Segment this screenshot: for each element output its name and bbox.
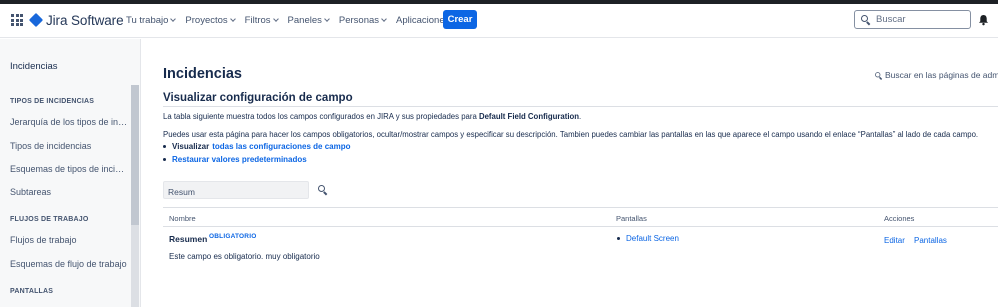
jira-diamond-icon bbox=[28, 12, 44, 28]
description: La tabla siguiente muestra todos los cam… bbox=[163, 112, 581, 121]
admin-search-link[interactable]: Buscar en las páginas de admin bbox=[874, 70, 998, 80]
restore-defaults-item: Restaurar valores predeterminados bbox=[163, 153, 350, 166]
sidebar-title: Incidencias bbox=[10, 61, 58, 72]
main-nav: Tu trabajo Proyectos Filtros Paneles Per… bbox=[121, 8, 461, 32]
view-prefix: Visualizar bbox=[172, 142, 210, 151]
screen-list-item: Default Screen bbox=[617, 234, 679, 243]
nav-dashboards[interactable]: Paneles bbox=[283, 8, 334, 32]
sidebar-item-workflow-schemes[interactable]: Esquemas de flujo de trabajo bbox=[10, 259, 128, 269]
description-prefix: La tabla siguiente muestra todos los cam… bbox=[163, 112, 479, 121]
bullet-dot bbox=[163, 158, 166, 161]
nav-filters[interactable]: Filtros bbox=[240, 8, 283, 32]
nav-people[interactable]: Personas bbox=[334, 8, 391, 32]
column-header-name: Nombre bbox=[169, 214, 196, 223]
table-header: Nombre Pantallas Acciones bbox=[163, 207, 998, 227]
search-input[interactable] bbox=[876, 14, 966, 25]
sidebar-item-issue-types[interactable]: Tipos de incidencias bbox=[10, 141, 128, 151]
required-badge: OBLIGATORIO bbox=[209, 233, 257, 240]
sidebar-section-screens: PANTALLAS bbox=[10, 288, 54, 295]
field-name: Resumen bbox=[169, 234, 208, 244]
top-navigation: Jira Software Tu trabajo Proyectos Filtr… bbox=[0, 4, 998, 38]
column-header-screens: Pantallas bbox=[616, 214, 647, 223]
admin-sidebar: Incidencias TIPOS DE INCIDENCIAS Jerarqu… bbox=[0, 39, 141, 307]
nav-label: Tu trabajo bbox=[126, 14, 169, 26]
field-description: Este campo es obligatorio. muy obligator… bbox=[169, 252, 320, 261]
page-title: Incidencias bbox=[163, 66, 242, 82]
chevron-down-icon bbox=[272, 16, 279, 22]
screen-link[interactable]: Default Screen bbox=[626, 234, 679, 243]
logo-text: Jira Software bbox=[46, 12, 124, 28]
bullet-dot bbox=[163, 145, 166, 148]
section-divider bbox=[163, 106, 998, 107]
description-suffix: . bbox=[579, 112, 582, 121]
sidebar-scrollbar[interactable] bbox=[131, 85, 139, 307]
create-button[interactable]: Crear bbox=[443, 10, 477, 29]
nav-your-work[interactable]: Tu trabajo bbox=[121, 8, 180, 32]
nav-label: Filtros bbox=[244, 14, 271, 26]
view-all-configs-item: Visualizar todas las configuraciones de … bbox=[163, 140, 350, 153]
nav-projects[interactable]: Proyectos bbox=[180, 8, 239, 32]
jira-logo[interactable]: Jira Software bbox=[28, 11, 124, 29]
field-configuration-name: Default Field Configuration bbox=[478, 112, 580, 121]
sidebar-item-issue-type-schemes[interactable]: Esquemas de tipos de incide... bbox=[10, 164, 128, 174]
action-links: Visualizar todas las configuraciones de … bbox=[163, 140, 350, 166]
chevron-down-icon bbox=[324, 16, 330, 22]
screens-link[interactable]: Pantallas bbox=[914, 236, 947, 245]
nav-label: Personas bbox=[338, 14, 380, 26]
section-title: Visualizar configuración de campo bbox=[163, 92, 353, 104]
notifications-bell-icon[interactable] bbox=[978, 14, 989, 26]
main-content: Incidencias Buscar en las páginas de adm… bbox=[141, 39, 998, 307]
field-filter[interactable] bbox=[163, 181, 309, 200]
search-icon bbox=[861, 15, 870, 24]
view-all-configs-link[interactable]: todas las configuraciones de campo bbox=[212, 142, 350, 151]
nav-label: Proyectos bbox=[185, 14, 228, 26]
sidebar-section-workflows: FLUJOS DE TRABAJO bbox=[10, 216, 89, 223]
global-search[interactable] bbox=[854, 10, 971, 29]
chevron-down-icon bbox=[229, 16, 236, 22]
help-text: Puedes usar esta página para hacer los c… bbox=[163, 130, 979, 139]
column-header-actions: Acciones bbox=[884, 214, 915, 223]
admin-search-label: Buscar en las páginas de admin bbox=[885, 70, 998, 80]
app-switcher-grid-icon[interactable] bbox=[11, 14, 23, 26]
restore-defaults-link[interactable]: Restaurar valores predeterminados bbox=[172, 155, 307, 164]
nav-label: Aplicaciones bbox=[396, 14, 450, 26]
sidebar-item-issue-type-hierarchy[interactable]: Jerarquía de los tipos de inci... bbox=[10, 117, 128, 127]
chevron-down-icon bbox=[170, 16, 177, 22]
search-icon bbox=[875, 71, 882, 79]
edit-link[interactable]: Editar bbox=[884, 236, 905, 245]
field-filter-input[interactable] bbox=[168, 184, 304, 200]
sidebar-item-workflows[interactable]: Flujos de trabajo bbox=[10, 235, 128, 245]
sidebar-item-subtasks[interactable]: Subtareas bbox=[10, 187, 128, 197]
bullet-dot bbox=[617, 237, 620, 240]
sidebar-section-issue-types: TIPOS DE INCIDENCIAS bbox=[10, 98, 95, 105]
nav-label: Paneles bbox=[287, 14, 322, 26]
chevron-down-icon bbox=[381, 16, 387, 22]
filter-search-icon[interactable] bbox=[318, 185, 328, 195]
sidebar-scrollbar-thumb[interactable] bbox=[131, 85, 139, 225]
